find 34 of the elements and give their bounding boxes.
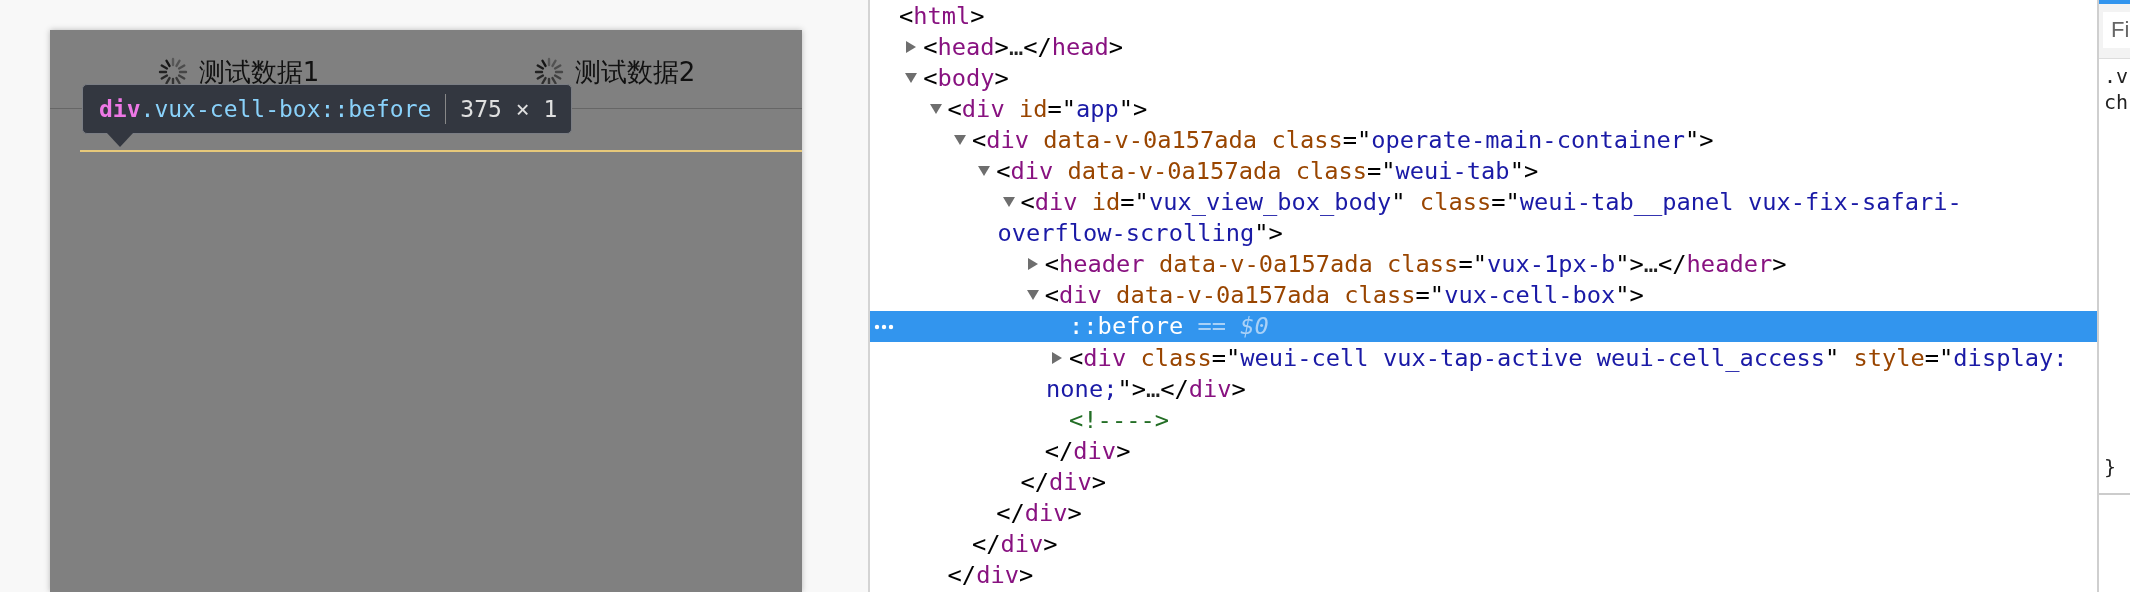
expanded-triangle-icon[interactable] bbox=[905, 71, 918, 84]
expanded-triangle-icon[interactable] bbox=[1002, 196, 1015, 209]
dom-node-line[interactable]: none;">…</div> bbox=[1046, 374, 1246, 403]
dom-node-line[interactable]: <div class="weui-cell vux-tap-active weui-cell_access" style="display: bbox=[1069, 343, 2068, 372]
filter-field[interactable]: Fi bbox=[2103, 12, 2130, 48]
dom-node-line[interactable]: <body> bbox=[923, 63, 1009, 92]
style-rule-text: .v ch bbox=[2104, 63, 2130, 115]
expanded-triangle-icon[interactable] bbox=[978, 165, 991, 177]
dom-node-line[interactable]: </div> bbox=[947, 561, 1034, 590]
element-size: 375 × 1 bbox=[460, 96, 558, 122]
dom-node-line[interactable]: <header data-v-0a157ada class="vux-1px-b">…</header> bbox=[1044, 250, 1787, 279]
dom-node-line[interactable]: </div> bbox=[996, 499, 1082, 528]
dom-node-line[interactable]: </div> bbox=[1044, 436, 1131, 465]
closing-brace: } bbox=[2104, 455, 2118, 481]
collapsed-triangle-icon[interactable] bbox=[905, 40, 918, 53]
collapsed-triangle-icon[interactable] bbox=[1026, 258, 1039, 271]
dom-node-line[interactable]: overflow-scrolling"> bbox=[997, 219, 1283, 248]
collapsed-triangle-icon[interactable] bbox=[1051, 351, 1064, 364]
dom-node-line[interactable]: <div id="vux_view_box_body" class="weui-tab__panel vux-fix-safari- bbox=[1020, 188, 1962, 217]
dom-node-line[interactable]: </div> bbox=[1020, 467, 1107, 496]
expanded-triangle-icon[interactable] bbox=[1026, 289, 1039, 302]
element-selector: div.vux-cell-box::before bbox=[99, 96, 432, 122]
dom-node-line[interactable]: <head>…</head> bbox=[923, 32, 1123, 61]
expanded-triangle-icon[interactable] bbox=[953, 133, 966, 146]
dom-node-line[interactable]: <div id="app"> bbox=[947, 94, 1148, 123]
dom-node-line[interactable]: <div data-v-0a157ada class="weui-tab"> bbox=[996, 157, 1539, 185]
dom-node-line[interactable]: <!----> bbox=[1069, 405, 1169, 434]
dom-node-line[interactable]: </div> bbox=[971, 530, 1058, 559]
tab-label[interactable]: 测试数据2 bbox=[574, 54, 696, 90]
dom-node-line[interactable]: <div data-v-0a157ada class="vux-cell-box"> bbox=[1044, 281, 1644, 310]
expanded-triangle-icon[interactable] bbox=[929, 102, 942, 115]
more-options-icon[interactable] bbox=[874, 323, 894, 330]
dom-node-line[interactable]: <html> bbox=[899, 1, 985, 30]
dom-node-line[interactable]: <div data-v-0a157ada class="operate-main-container"> bbox=[971, 125, 1714, 154]
